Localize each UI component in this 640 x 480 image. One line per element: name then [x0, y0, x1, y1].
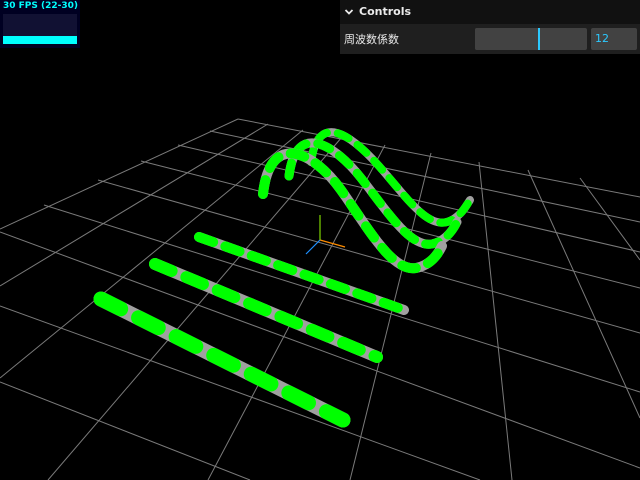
fps-graph	[3, 14, 77, 44]
tube-straight-near	[93, 291, 351, 428]
slider-handle[interactable]	[538, 28, 540, 50]
slider-fill	[475, 28, 539, 50]
frequency-coefficient-label: 周波数係数	[344, 33, 399, 46]
frequency-coefficient-slider[interactable]	[475, 28, 587, 50]
frequency-coefficient-input[interactable]: 12	[591, 28, 637, 50]
fps-stats-panel[interactable]: 30 FPS (22-30)	[0, 0, 80, 48]
controls-panel: Controls 周波数係数 12	[340, 0, 640, 54]
frequency-coefficient-control: 周波数係数 12	[340, 24, 640, 54]
3d-viewport[interactable]	[0, 0, 640, 480]
controls-title: Controls	[359, 5, 412, 18]
fps-graph-background	[3, 14, 77, 36]
controls-title-bar[interactable]: Controls	[340, 0, 640, 24]
chevron-down-icon	[344, 9, 354, 15]
fps-readout: 30 FPS (22-30)	[3, 1, 79, 11]
